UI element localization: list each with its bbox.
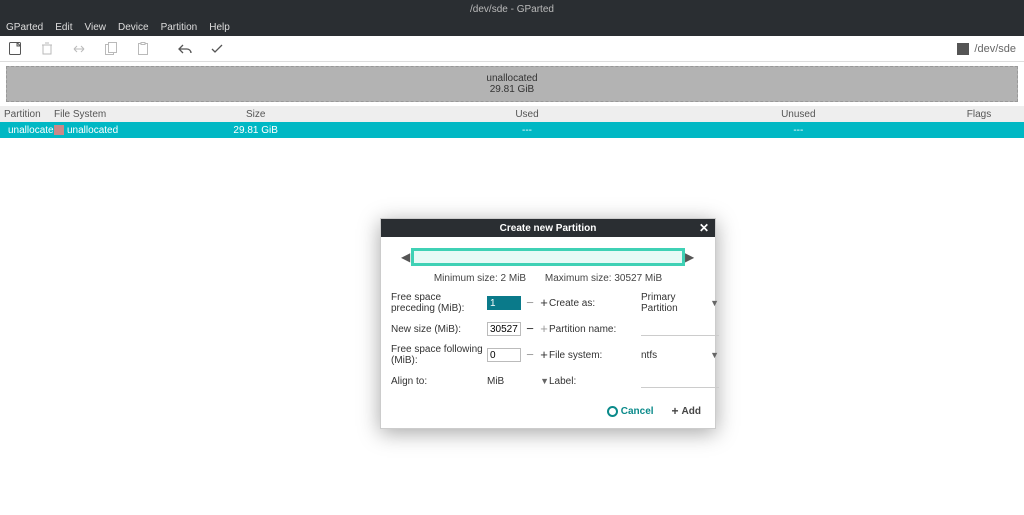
label-align: Align to:	[391, 376, 487, 387]
menu-edit[interactable]: Edit	[55, 22, 72, 33]
label-fs: File system:	[549, 350, 641, 361]
label-free-before: Free space preceding (MiB):	[391, 292, 487, 314]
undo-icon[interactable]	[178, 42, 192, 56]
label-part-name: Partition name:	[549, 324, 641, 335]
cell-unused: ---	[663, 125, 934, 136]
col-flags: Flags	[934, 109, 1024, 120]
size-slider[interactable]: ◀ ▶	[401, 245, 695, 269]
free-after-spinner[interactable]: − +	[487, 348, 549, 362]
free-before-input[interactable]	[487, 296, 521, 310]
cell-size: 29.81 GiB	[120, 125, 391, 136]
create-as-combo[interactable]: Primary Partition ▼	[641, 292, 719, 314]
close-icon[interactable]: ✕	[699, 221, 709, 235]
dialog-title: Create new Partition	[500, 223, 597, 234]
chevron-down-icon: ▼	[710, 298, 719, 308]
label-label: Label:	[549, 376, 641, 387]
cancel-button[interactable]: Cancel	[607, 406, 654, 417]
partition-name-input[interactable]	[641, 322, 719, 336]
plus-icon: +	[672, 404, 679, 418]
slider-right-arrow-icon[interactable]: ▶	[685, 250, 695, 264]
copy-icon[interactable]	[104, 42, 118, 56]
menu-device[interactable]: Device	[118, 22, 149, 33]
align-combo[interactable]: MiB ▼	[487, 376, 549, 387]
cell-partition: unallocated	[0, 125, 50, 136]
max-size: Maximum size: 30527 MiB	[545, 273, 662, 284]
device-selector[interactable]: /dev/sde	[957, 43, 1016, 55]
window-title: /dev/sde - GParted	[470, 4, 554, 15]
col-filesystem: File System	[50, 109, 120, 120]
label-input[interactable]	[641, 374, 719, 388]
cell-filesystem: unallocated	[50, 125, 120, 136]
menu-gparted[interactable]: GParted	[6, 22, 43, 33]
minus-icon[interactable]: −	[525, 350, 535, 360]
label-create-as: Create as:	[549, 298, 641, 309]
col-size: Size	[120, 109, 391, 120]
minus-icon[interactable]: −	[525, 298, 535, 308]
min-size: Minimum size: 2 MiB	[434, 273, 526, 284]
free-after-input[interactable]	[487, 348, 521, 362]
minus-icon[interactable]: −	[525, 324, 535, 334]
fs-combo[interactable]: ntfs ▼	[641, 350, 719, 361]
add-button[interactable]: + Add	[672, 404, 701, 418]
diskmap-size: 29.81 GiB	[490, 84, 534, 95]
diskmap-label: unallocated	[486, 73, 537, 84]
label-new-size: New size (MiB):	[391, 324, 487, 335]
size-limits: Minimum size: 2 MiB Maximum size: 30527 …	[381, 273, 715, 284]
delete-icon[interactable]	[40, 42, 54, 56]
create-partition-dialog: Create new Partition ✕ ◀ ▶ Minimum size:…	[380, 218, 716, 429]
plus-icon[interactable]: +	[539, 350, 549, 360]
apply-icon[interactable]	[210, 42, 224, 56]
paste-icon[interactable]	[136, 42, 150, 56]
create-as-value: Primary Partition	[641, 292, 710, 314]
free-before-spinner[interactable]: − +	[487, 296, 549, 310]
slider-left-arrow-icon[interactable]: ◀	[401, 250, 411, 264]
table-row[interactable]: unallocated unallocated 29.81 GiB --- --…	[0, 122, 1024, 138]
col-unused: Unused	[663, 109, 934, 120]
plus-icon[interactable]: +	[539, 298, 549, 308]
chevron-down-icon: ▼	[540, 376, 549, 386]
window-titlebar: /dev/sde - GParted	[0, 0, 1024, 18]
disk-map[interactable]: unallocated 29.81 GiB	[6, 66, 1018, 102]
plus-icon[interactable]: +	[539, 324, 549, 334]
new-size-spinner[interactable]: − +	[487, 322, 549, 336]
new-icon[interactable]	[8, 42, 22, 56]
new-size-input[interactable]	[487, 322, 521, 336]
col-used: Used	[391, 109, 662, 120]
cancel-icon	[607, 406, 618, 417]
align-value: MiB	[487, 376, 504, 387]
menubar: GParted Edit View Device Partition Help	[0, 18, 1024, 36]
chevron-down-icon: ▼	[710, 350, 719, 360]
disk-icon	[957, 43, 969, 55]
table-header: Partition File System Size Used Unused F…	[0, 106, 1024, 122]
menu-view[interactable]: View	[84, 22, 106, 33]
slider-bar[interactable]	[411, 248, 685, 266]
device-name: /dev/sde	[974, 43, 1016, 55]
menu-partition[interactable]: Partition	[161, 22, 198, 33]
fs-value: ntfs	[641, 350, 657, 361]
col-partition: Partition	[0, 109, 50, 120]
dialog-titlebar: Create new Partition ✕	[381, 219, 715, 237]
fs-swatch-icon	[54, 125, 64, 135]
menu-help[interactable]: Help	[209, 22, 230, 33]
toolbar: /dev/sde	[0, 36, 1024, 62]
cell-used: ---	[391, 125, 662, 136]
label-free-after: Free space following (MiB):	[391, 344, 487, 366]
resize-icon[interactable]	[72, 42, 86, 56]
